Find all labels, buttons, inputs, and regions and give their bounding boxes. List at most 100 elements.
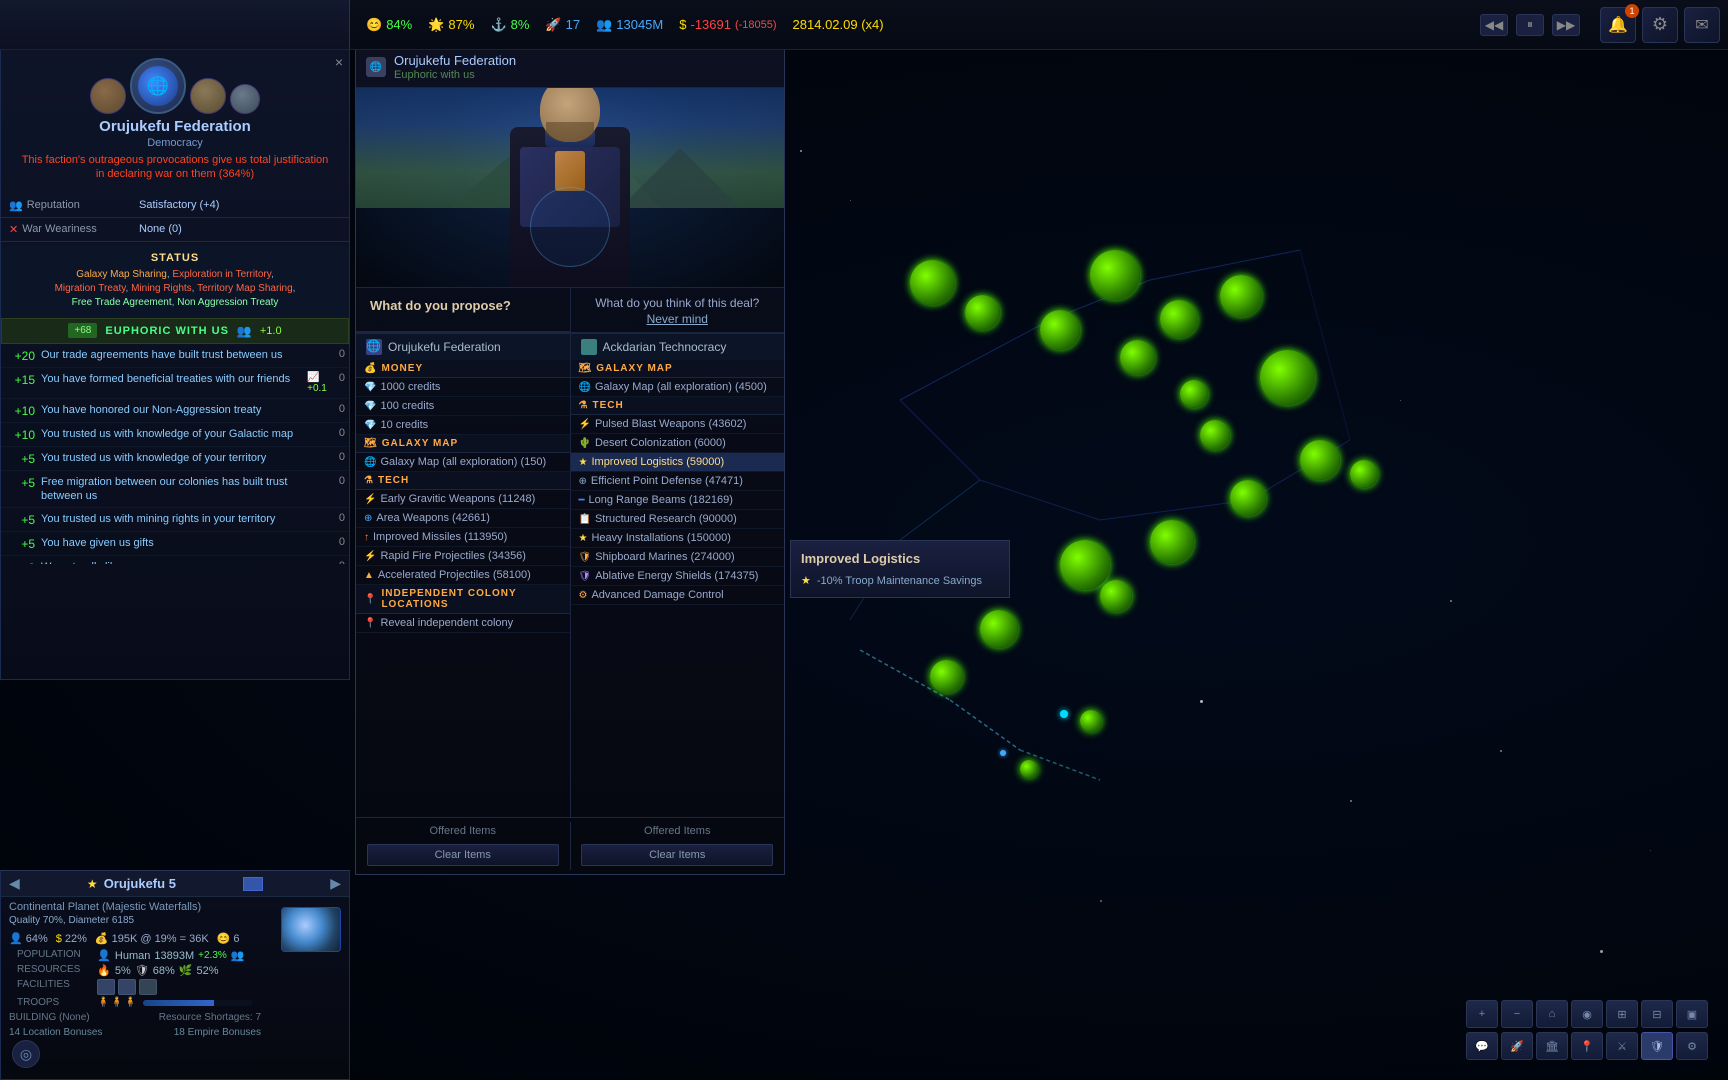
offer-reveal-colony[interactable]: 📍 Reveal independent colony <box>356 614 570 633</box>
planet-16[interactable] <box>980 610 1018 648</box>
defense-button[interactable]: 🛡 <box>1641 1032 1673 1060</box>
offer-area-weapons[interactable]: ⊕ Area Weapons (42661) <box>356 509 570 528</box>
offer-10-text: 10 credits <box>380 419 561 431</box>
right-clear-button[interactable]: Clear Items <box>581 844 773 866</box>
planet-next-button[interactable]: ▶ <box>330 875 341 892</box>
rewind-button[interactable]: ◀◀ <box>1480 14 1508 36</box>
relation-item-3: +10 You trusted us with knowledge of you… <box>1 423 349 447</box>
offer-pulsed-blast[interactable]: ⚡ Pulsed Blast Weapons (43602) <box>571 415 785 434</box>
char-head <box>540 88 600 142</box>
planet-3[interactable] <box>1040 310 1080 350</box>
planet-11[interactable] <box>1200 420 1230 450</box>
offer-long-range[interactable]: ━ Long Range Beams (182169) <box>571 491 785 510</box>
planet-prev-button[interactable]: ◀ <box>9 875 20 892</box>
home-button[interactable]: ⌂ <box>1536 1000 1568 1028</box>
map-marker-2[interactable] <box>1000 750 1006 756</box>
offer-ablative-energy[interactable]: 🛡 Ablative Energy Shields (174375) <box>571 567 785 586</box>
fleet-button[interactable]: 🚀 <box>1501 1032 1533 1060</box>
faction-panel-close[interactable]: × <box>335 54 343 70</box>
facilities-value-row <box>97 979 253 995</box>
offer-advanced-damage[interactable]: ⚙ Advanced Damage Control <box>571 586 785 605</box>
colony-button[interactable]: 🏛 <box>1536 1032 1568 1060</box>
migration-treaty: Migration Treaty <box>55 283 126 294</box>
offer-improved-missiles[interactable]: ↑ Improved Missiles (113950) <box>356 528 570 547</box>
people-icon: 👥 <box>231 949 245 962</box>
war-weariness-value: None (0) <box>131 223 349 235</box>
planet-18[interactable] <box>1350 460 1378 488</box>
offer-item-100[interactable]: 💎 100 credits <box>356 397 570 416</box>
planet-6[interactable] <box>1220 275 1262 317</box>
zoom-in-button[interactable]: + <box>1466 1000 1498 1028</box>
planet-15[interactable] <box>1060 540 1110 590</box>
map-marker[interactable] <box>1060 710 1068 718</box>
map-overlay-3[interactable]: ▣ <box>1676 1000 1708 1028</box>
secondary-avatar-3 <box>230 84 260 114</box>
planet-12[interactable] <box>1230 480 1266 516</box>
galaxy-map-label: GALAXY MAP <box>382 438 459 449</box>
planet-5[interactable] <box>1160 300 1198 338</box>
euphoric-label: EUPHORIC WITH US <box>105 325 229 337</box>
planet-20[interactable] <box>1020 760 1038 778</box>
planet-8[interactable] <box>1180 380 1208 408</box>
message-notification[interactable]: ✉ <box>1684 7 1720 43</box>
offer-item-1000[interactable]: 💎 1000 credits <box>356 378 570 397</box>
advanced-damage-text: Advanced Damage Control <box>591 589 776 601</box>
planet-10[interactable] <box>1300 440 1340 480</box>
val-3: 0 <box>325 427 345 439</box>
offer-shipboard-marines[interactable]: 🛡 Shipboard Marines (274000) <box>571 548 785 567</box>
building-label: BUILDING <box>9 1012 56 1023</box>
galaxy-view-button[interactable]: ◉ <box>1571 1000 1603 1028</box>
settings-map-button[interactable]: ⚙ <box>1676 1032 1708 1060</box>
troop-icons: 🧍 🧍 🧍 <box>97 997 136 1008</box>
offer-improved-logistics[interactable]: ★ Improved Logistics (59000) <box>571 453 785 472</box>
offer-early-gravitic[interactable]: ⚡ Early Gravitic Weapons (11248) <box>356 490 570 509</box>
offers-body: 💰 MONEY 💎 1000 credits 💎 100 credits 💎 1… <box>356 360 784 817</box>
map-overlay-1[interactable]: ⊞ <box>1606 1000 1638 1028</box>
alert-notification[interactable]: 🔔 1 <box>1600 7 1636 43</box>
planet-4[interactable] <box>1090 250 1140 300</box>
income-value: 195K @ 19% = 36K <box>112 933 209 945</box>
offer-accelerated[interactable]: ▲ Accelerated Projectiles (58100) <box>356 566 570 585</box>
planet-1[interactable] <box>910 260 955 305</box>
offer-item-10[interactable]: 💎 10 credits <box>356 416 570 435</box>
planet-17[interactable] <box>930 660 963 693</box>
offer-desert-col[interactable]: 🌵 Desert Colonization (6000) <box>571 434 785 453</box>
pause-button[interactable]: ⏸ <box>1516 14 1544 36</box>
diplomacy-faction-status: Euphoric with us <box>394 69 516 81</box>
planet-9[interactable] <box>1260 350 1315 405</box>
advanced-damage-icon: ⚙ <box>579 590 588 601</box>
marker-button[interactable]: 📍 <box>1571 1032 1603 1060</box>
structured-research-text: Structured Research (90000) <box>595 513 776 525</box>
minimap-button[interactable]: ◎ <box>12 1040 40 1068</box>
offer-galaxy-map[interactable]: 🌐 Galaxy Map (all exploration) (150) <box>356 453 570 472</box>
never-mind-button[interactable]: Never mind <box>585 312 771 326</box>
faction-name: Orujukefu Federation <box>99 118 251 135</box>
offer-galaxy-map-right[interactable]: 🌐 Galaxy Map (all exploration) (4500) <box>571 378 785 397</box>
zoom-out-button[interactable]: − <box>1501 1000 1533 1028</box>
top-bar-left-section <box>0 0 350 49</box>
diplo-notification[interactable]: ⚙ <box>1642 7 1678 43</box>
planet-grid: POPULATION 👤 Human 13893M +2.3% 👥 RESOUR… <box>9 947 261 1010</box>
left-clear-button[interactable]: Clear Items <box>367 844 559 866</box>
planet-19[interactable] <box>1080 710 1102 732</box>
chat-button[interactable]: 💬 <box>1466 1032 1498 1060</box>
planet-2[interactable] <box>965 295 1000 330</box>
planet-14[interactable] <box>1100 580 1132 612</box>
offer-rapid-fire[interactable]: ⚡ Rapid Fire Projectiles (34356) <box>356 547 570 566</box>
forward-button[interactable]: ▶▶ <box>1552 14 1580 36</box>
shipboard-marines-text: Shipboard Marines (274000) <box>595 551 776 563</box>
planet-7[interactable] <box>1120 340 1155 375</box>
map-overlay-2[interactable]: ⊟ <box>1641 1000 1673 1028</box>
efficient-point-text: Efficient Point Defense (47471) <box>591 475 776 487</box>
offer-structured-research[interactable]: 📋 Structured Research (90000) <box>571 510 785 529</box>
planet-type: Continental Planet (Majestic Waterfalls) <box>9 901 261 913</box>
non-aggression: Non Aggression Treaty <box>177 297 278 308</box>
planet-stat-income: 💰 195K @ 19% = 36K <box>95 932 209 945</box>
offer-efficient-point[interactable]: ⊕ Efficient Point Defense (47471) <box>571 472 785 491</box>
offer-heavy-installations[interactable]: ★ Heavy Installations (150000) <box>571 529 785 548</box>
planet-13[interactable] <box>1150 520 1194 564</box>
structured-research-icon: 📋 <box>579 514 591 525</box>
combat-button[interactable]: ⚔ <box>1606 1032 1638 1060</box>
war-weariness-row: ✕ War Weariness None (0) <box>1 218 349 242</box>
globe-icon: 🌐 <box>364 457 376 468</box>
